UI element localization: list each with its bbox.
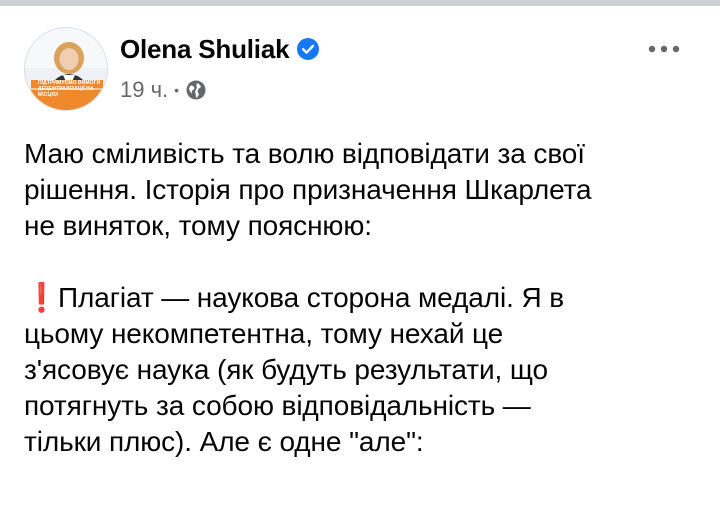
avatar-caption: ПІДТРИМУЄМО ВИМОГИ ДЕЦЕНТРАЛІЗАЦІЇ НА МІ… <box>38 80 101 98</box>
author-row: Olena Shuliak <box>120 31 320 67</box>
post-body: Маю сміливість та волю відповідати за св… <box>24 136 696 460</box>
avatar-image <box>25 28 107 110</box>
text-line: Маю сміливість та волю відповідати за св… <box>24 138 585 169</box>
post-meta: 19 ч. • <box>120 75 207 105</box>
text-line: рішення. Історія про призначення Шкарлет… <box>24 174 592 205</box>
more-options-icon <box>648 45 680 53</box>
timestamp[interactable]: 19 ч. <box>120 77 168 103</box>
globe-icon[interactable] <box>185 79 207 101</box>
exclamation-icon: ❗ <box>24 282 59 313</box>
text-line: потягнуть за собою відповідальність — <box>24 390 531 421</box>
text-line: ❗Плагіат — наукова сторона медалі. Я в <box>24 280 696 316</box>
author-name[interactable]: Olena Shuliak <box>120 34 290 65</box>
text-line: тільки плюс). Але є одне "але": <box>24 426 424 457</box>
meta-separator: • <box>174 82 180 98</box>
avatar[interactable]: ПІДТРИМУЄМО ВИМОГИ ДЕЦЕНТРАЛІЗАЦІЇ НА МІ… <box>24 27 108 111</box>
facebook-post: ПІДТРИМУЄМО ВИМОГИ ДЕЦЕНТРАЛІЗАЦІЇ НА МІ… <box>0 0 720 522</box>
text-line: з'ясовує наука (як будуть результати, що <box>24 354 548 385</box>
post-header: ПІДТРИМУЄМО ВИМОГИ ДЕЦЕНТРАЛІЗАЦІЇ НА МІ… <box>24 27 696 111</box>
text-line: не виняток, тому пояснюю: <box>24 210 372 241</box>
top-divider <box>0 0 720 6</box>
text-line: цьому некомпетентна, тому нехай це <box>24 318 504 349</box>
more-options-button[interactable] <box>644 37 684 61</box>
text-line-content: Плагіат — наукова сторона медалі. Я в <box>58 282 565 313</box>
verified-badge-icon <box>297 38 320 60</box>
